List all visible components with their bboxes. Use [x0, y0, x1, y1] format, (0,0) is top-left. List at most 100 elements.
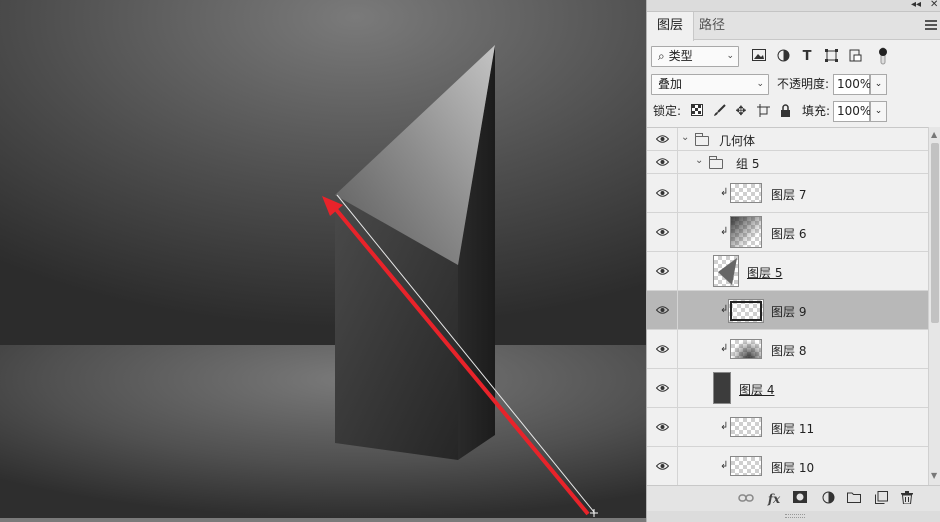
- layer-name: 图层 6: [771, 227, 807, 241]
- layer-row[interactable]: ↲ 图层 8: [647, 330, 928, 369]
- layer-row[interactable]: ↲ 图层 9: [647, 291, 928, 330]
- link-icon[interactable]: [738, 491, 754, 507]
- layer-thumbnail: [730, 456, 762, 476]
- blend-mode-select[interactable]: 叠加 ⌄: [651, 74, 769, 95]
- layer-name: 图层 11: [771, 422, 815, 436]
- panel-header: ◂◂ ✕: [647, 0, 940, 12]
- layer-row[interactable]: ⌄ 几何体: [647, 128, 928, 151]
- layer-name: 图层 10: [771, 461, 815, 475]
- filter-row: ⌕ 类型 ⌄ T: [647, 46, 940, 72]
- tab-paths[interactable]: 路径: [689, 12, 735, 40]
- visibility-toggle[interactable]: [647, 213, 678, 251]
- eye-icon: [656, 135, 669, 143]
- panel-menu-icon[interactable]: [925, 20, 937, 30]
- clipping-mask-icon: ↲: [720, 226, 729, 237]
- layers-scrollbar[interactable]: ▲ ▼: [928, 127, 940, 485]
- scroll-thumb[interactable]: [931, 143, 939, 323]
- lock-all-icon[interactable]: [777, 104, 793, 120]
- visibility-toggle[interactable]: [647, 291, 678, 329]
- eye-icon: [656, 462, 669, 470]
- scroll-up-icon[interactable]: ▲: [931, 130, 937, 139]
- layer-name: 图层 9: [771, 305, 807, 319]
- brush-lock-icon[interactable]: [711, 104, 727, 120]
- canvas-artwork: [0, 0, 646, 518]
- chevron-down-icon[interactable]: ⌄: [695, 155, 703, 166]
- move-lock-icon[interactable]: ✥: [733, 104, 749, 120]
- layer-name: 图层 8: [771, 344, 807, 358]
- close-icon[interactable]: ✕: [930, 0, 938, 12]
- filter-kind-label: 类型: [668, 49, 693, 63]
- panel-resize-grip[interactable]: [647, 511, 940, 522]
- fill-label: 填充:: [802, 104, 831, 118]
- layers-list: ⌄ 几何体 ⌄ 组 5 ↲ 图层 7 ↲ 图层 6 图层 5 ↲ 图层 9 ↲ …: [647, 127, 928, 485]
- layer-row[interactable]: ↲ 图层 6: [647, 213, 928, 252]
- document-canvas[interactable]: [0, 0, 646, 518]
- folder-icon: [709, 156, 723, 169]
- visibility-toggle[interactable]: [647, 447, 678, 485]
- fx-icon[interactable]: fx: [766, 491, 782, 507]
- visibility-toggle[interactable]: [647, 128, 678, 150]
- visibility-toggle[interactable]: [647, 408, 678, 446]
- mask-icon[interactable]: [792, 491, 808, 507]
- filter-toggle-icon[interactable]: [875, 46, 891, 65]
- layer-thumbnail: [730, 183, 762, 203]
- layer-row[interactable]: 图层 4: [647, 369, 928, 408]
- folder-icon: [695, 133, 709, 146]
- layer-row[interactable]: ↲ 图层 10: [647, 447, 928, 485]
- layer-name: 图层 5: [747, 266, 783, 280]
- fill-input[interactable]: 100%: [833, 101, 871, 122]
- adjustment-icon[interactable]: [820, 491, 836, 507]
- layer-name: 图层 4: [739, 383, 775, 397]
- layer-name: 图层 7: [771, 188, 807, 202]
- adjustment-filter-icon[interactable]: [775, 49, 791, 65]
- lock-transparent-icon[interactable]: [689, 104, 705, 120]
- eye-icon: [656, 384, 669, 392]
- layer-row[interactable]: ↲ 图层 7: [647, 174, 928, 213]
- visibility-toggle[interactable]: [647, 151, 678, 173]
- canvas-status-strip: [0, 518, 646, 522]
- layer-thumbnail: [730, 216, 762, 248]
- layers-panel: ◂◂ ✕ 图层 路径 ⌕ 类型 ⌄ T 叠加 ⌄ 不透明度: 100% ⌄ 锁定…: [646, 0, 940, 522]
- eye-icon: [656, 189, 669, 197]
- image-filter-icon[interactable]: [751, 49, 767, 65]
- folder-icon[interactable]: [846, 491, 862, 507]
- visibility-toggle[interactable]: [647, 369, 678, 407]
- visibility-toggle[interactable]: [647, 252, 678, 290]
- lock-label: 锁定:: [653, 104, 682, 118]
- tab-layers[interactable]: 图层: [647, 12, 695, 41]
- layer-name: 几何体: [719, 134, 756, 148]
- eye-icon: [656, 267, 669, 275]
- visibility-toggle[interactable]: [647, 330, 678, 368]
- opacity-dropdown-button[interactable]: ⌄: [870, 74, 887, 95]
- eye-icon: [656, 306, 669, 314]
- visibility-toggle[interactable]: [647, 174, 678, 212]
- chevron-down-icon[interactable]: ⌄: [681, 132, 689, 143]
- clipping-mask-icon: ↲: [720, 187, 729, 198]
- fill-dropdown-button[interactable]: ⌄: [870, 101, 887, 122]
- trash-icon[interactable]: [899, 491, 915, 507]
- shape-filter-icon[interactable]: [823, 49, 839, 65]
- scroll-down-icon[interactable]: ▼: [931, 471, 937, 480]
- artboard-lock-icon[interactable]: [755, 104, 771, 120]
- layer-thumbnail: [730, 339, 762, 359]
- chevron-down-icon: ⌄: [726, 51, 734, 61]
- backdrop-floor: [0, 345, 646, 518]
- opacity-label: 不透明度:: [777, 77, 830, 91]
- opacity-input[interactable]: 100%: [833, 74, 871, 95]
- layer-thumbnail: [730, 417, 762, 437]
- type-filter-icon[interactable]: T: [799, 49, 815, 65]
- layer-row[interactable]: ⌄ 组 5: [647, 151, 928, 174]
- layer-row[interactable]: 图层 5: [647, 252, 928, 291]
- smart-object-filter-icon[interactable]: [847, 49, 863, 65]
- layer-row[interactable]: ↲ 图层 11: [647, 408, 928, 447]
- blend-row: 叠加 ⌄ 不透明度: 100% ⌄: [647, 74, 940, 100]
- eye-icon: [656, 345, 669, 353]
- collapse-icon[interactable]: ◂◂: [911, 0, 921, 12]
- layer-thumbnail: [728, 299, 764, 323]
- blend-mode-value: 叠加: [658, 77, 683, 91]
- search-icon: ⌕: [658, 49, 665, 63]
- new-layer-icon[interactable]: [873, 491, 889, 507]
- backdrop-wall: [0, 0, 646, 345]
- layer-thumbnail: [713, 372, 731, 404]
- filter-kind-select[interactable]: ⌕ 类型 ⌄: [651, 46, 739, 67]
